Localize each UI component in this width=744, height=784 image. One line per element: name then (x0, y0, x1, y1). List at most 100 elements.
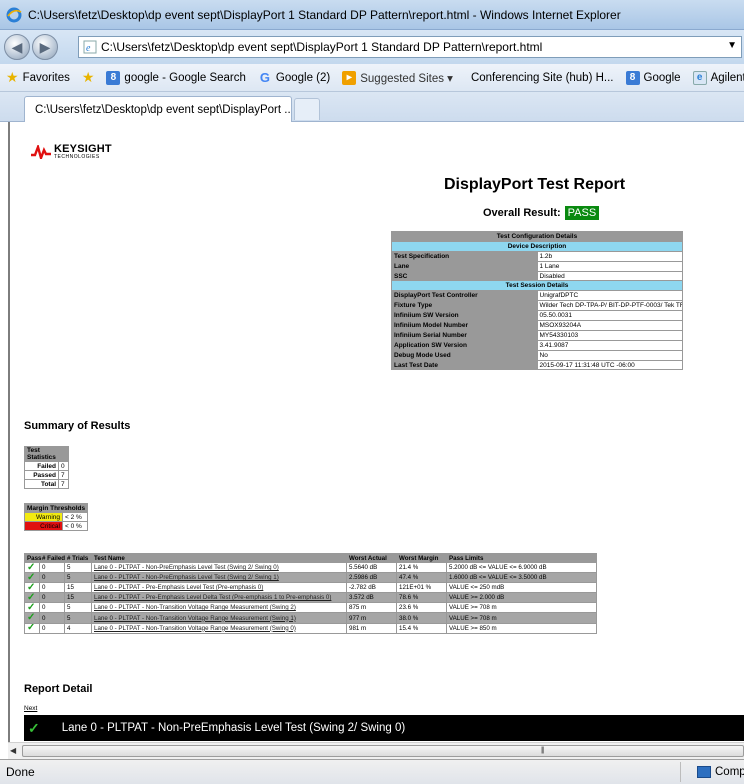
window-title: C:\Users\fetz\Desktop\dp event sept\Disp… (28, 7, 621, 22)
config-row: Last Test Date 2015-09-17 11:31:48 UTC -0… (391, 359, 683, 371)
failed-count: 0 (39, 572, 65, 584)
favorite-link-label: Google (2) (275, 71, 331, 84)
trials-count: 5 (64, 612, 92, 624)
test-name-link[interactable]: Lane 0 - PLTPAT - Non-PreEmphasis Level … (91, 572, 347, 584)
favorites-label: Favorites (22, 71, 70, 84)
suggested-sites-icon: ▸ (342, 70, 357, 85)
new-tab-button[interactable] (294, 98, 320, 120)
internet-explorer-icon (6, 7, 22, 22)
test-name-link[interactable]: Lane 0 - PLTPAT - Non-Transition Voltage… (91, 612, 347, 624)
scrollbar-thumb[interactable]: ||| (22, 745, 744, 757)
scroll-left-icon[interactable]: ◀ (10, 746, 16, 755)
failed-count: 0 (39, 622, 65, 634)
table-row: ✓ 0 4 Lane 0 - PLTPAT - Non-Transition V… (24, 622, 597, 634)
config-row: Infiniium SW Version 05.50.0031 (391, 310, 683, 322)
forward-button[interactable]: ▶ (32, 34, 58, 60)
test-statistics-table: Test Statistics Failed 0 Passed 7 Total 7 (24, 446, 69, 489)
test-name-link[interactable]: Lane 0 - PLTPAT - Non-Transition Voltage… (91, 602, 347, 614)
worst-margin: 47.4 % (396, 572, 447, 584)
table-row: ✓ 0 15 Lane 0 - PLTPAT - Pre-Emphasis Le… (24, 592, 597, 604)
horizontal-scrollbar[interactable]: ◀ ||| (8, 742, 744, 759)
worst-actual: 875 m (346, 602, 397, 614)
config-row: Infiniium Serial Number MY54330103 (391, 329, 683, 341)
favorite-link-google-search[interactable]: 8 google - Google Search (106, 70, 246, 85)
pass-limits: VALUE >= 708 m (446, 602, 597, 614)
config-value: 2015-09-17 11:31:48 UTC -06:00 (536, 359, 683, 371)
config-key: Fixture Type (391, 300, 538, 312)
tab-bar: C:\Users\fetz\Desktop\dp event sept\Disp… (0, 92, 744, 122)
statistic-value: 7 (58, 479, 69, 489)
tab-report[interactable]: C:\Users\fetz\Desktop\dp event sept\Disp… (24, 96, 292, 122)
worst-margin: 15.4 % (396, 622, 447, 634)
table-row: ✓ 0 5 Lane 0 - PLTPAT - Non-Transition V… (24, 612, 597, 624)
google-site-icon: 8 (625, 70, 640, 85)
test-name-link[interactable]: Lane 0 - PLTPAT - Non-Transition Voltage… (91, 622, 347, 634)
favorite-link-suggested-sites[interactable]: ▸ Suggested Sites ▾ (342, 70, 453, 85)
favorite-link-google-2[interactable]: G Google (2) (258, 70, 331, 85)
worst-margin: 78.6 % (396, 592, 447, 604)
pass-check-icon: ✓ (24, 602, 40, 614)
table-row: ✓ 0 5 Lane 0 - PLTPAT - Non-Transition V… (24, 602, 597, 614)
favorite-link-agilent[interactable]: e Agilent Rer (692, 70, 744, 85)
statistic-value: 7 (58, 470, 69, 480)
failed-count: 0 (39, 582, 65, 594)
favorite-link-conferencing[interactable]: Conferencing Site (hub) H... (471, 72, 614, 84)
config-key: Lane (391, 260, 538, 272)
page-content: KEYSIGHT TECHNOLOGIES DisplayPort Test R… (8, 122, 744, 742)
table-row: ✓ 0 5 Lane 0 - PLTPAT - Non-PreEmphasis … (24, 572, 597, 584)
column-header: Test Name (91, 553, 347, 563)
worst-margin: 121E+01 % (396, 582, 447, 594)
config-row: DisplayPort Test Controller UnigrafDPTC (391, 290, 683, 302)
test-name-link[interactable]: Lane 0 - PLTPAT - Pre-Emphasis Level Del… (91, 592, 347, 604)
pass-check-icon: ✓ (24, 622, 40, 634)
status-bar: Done Comp (0, 759, 744, 784)
config-value: 1 Lane (536, 260, 683, 272)
address-input[interactable]: e C:\Users\fetz\Desktop\dp event sept\Di… (78, 36, 742, 58)
config-value: Wilder Tech DP-TPA-P/ BIT-DP-PTF-0003/ T… (536, 300, 683, 312)
column-header: Pass Limits (446, 553, 597, 563)
trials-count: 5 (64, 602, 92, 614)
config-row: Infiniium Model Number MSOX93204A (391, 320, 683, 331)
worst-actual: 5.5640 dB (346, 561, 397, 574)
worst-actual: 2.5986 dB (346, 572, 397, 584)
config-value: No (536, 349, 683, 361)
test-name-link[interactable]: Lane 0 - PLTPAT - Pre-Emphasis Level Tes… (91, 582, 347, 594)
overall-result-label: Overall Result: (483, 207, 561, 219)
security-zone[interactable]: Comp (680, 762, 744, 782)
favorites-button[interactable]: ★ Favorites (6, 69, 70, 86)
results-header-row: Pass # Failed # Trials Test Name Worst A… (24, 553, 597, 563)
add-favorite-button[interactable]: ★ (82, 69, 95, 86)
warning-label: Warning (24, 512, 63, 522)
address-dropdown-icon[interactable]: ▼ (727, 40, 737, 51)
svg-text:e: e (86, 43, 91, 54)
config-row: SSC Disabled (391, 270, 683, 282)
column-header: # Trials (64, 553, 92, 563)
favorite-link-google[interactable]: 8 Google (625, 70, 681, 85)
google-site-icon: 8 (106, 70, 121, 85)
pass-check-icon: ✓ (28, 719, 40, 736)
navigation-bar: ◀ ▶ e C:\Users\fetz\Desktop\dp event sep… (0, 30, 744, 64)
worst-actual: 3.572 dB (346, 592, 397, 604)
failed-count: 0 (39, 602, 65, 614)
overall-result: Overall Result: PASS (483, 206, 600, 220)
config-key: DisplayPort Test Controller (391, 290, 538, 302)
pass-limits: VALUE >= 2.000 dB (446, 592, 597, 604)
config-value: UnigrafDPTC (536, 290, 683, 302)
trials-count: 15 (64, 582, 92, 594)
worst-margin: 21.4 % (396, 561, 447, 574)
favorite-link-label: google - Google Search (124, 71, 246, 84)
next-link[interactable]: Next (24, 705, 37, 712)
favorite-link-label: Suggested Sites ▾ (360, 72, 453, 85)
window-title-bar: C:\Users\fetz\Desktop\dp event sept\Disp… (0, 0, 744, 30)
worst-margin: 38.0 % (396, 612, 447, 624)
test-name-link[interactable]: Lane 0 - PLTPAT - Non-PreEmphasis Level … (91, 561, 347, 574)
results-table: Pass # Failed # Trials Test Name Worst A… (24, 553, 597, 634)
config-key: Infiniium Serial Number (391, 329, 538, 341)
failed-count: 0 (39, 592, 65, 604)
config-value: Disabled (536, 270, 683, 282)
worst-actual: 977 m (346, 612, 397, 624)
back-button[interactable]: ◀ (4, 34, 30, 60)
zone-label: Comp (715, 766, 744, 778)
ie-page-icon: e (83, 40, 97, 54)
config-key: Debug Mode Used (391, 349, 538, 361)
